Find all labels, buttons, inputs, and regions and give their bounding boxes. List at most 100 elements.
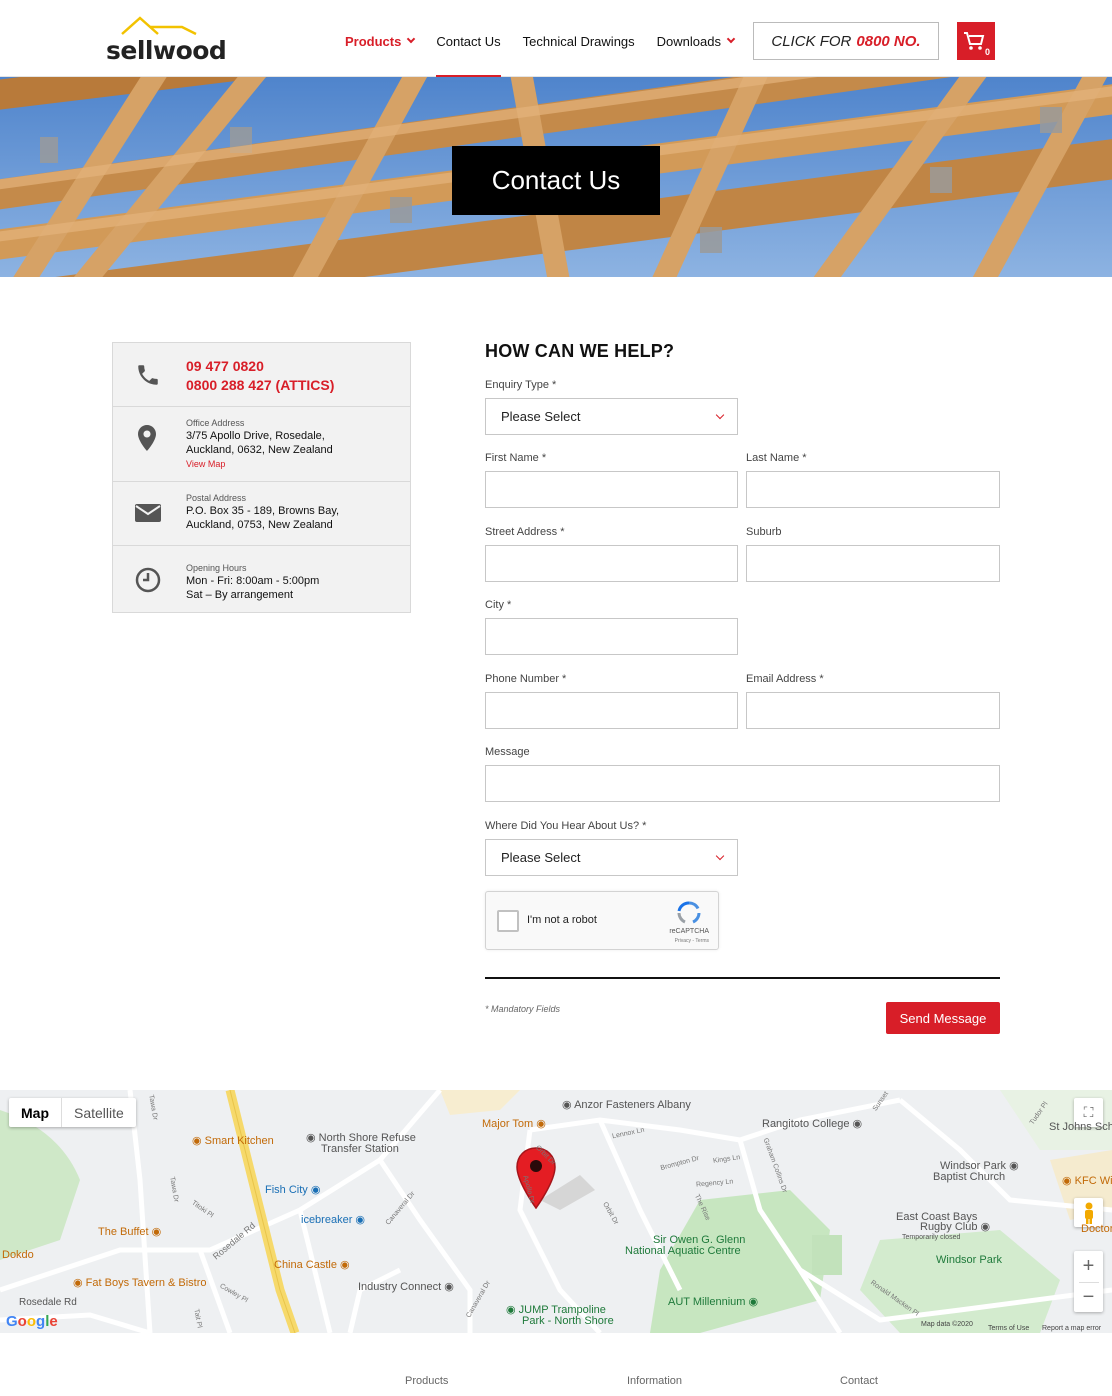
last-name-label: Last Name * bbox=[746, 452, 807, 464]
zoom-in-icon[interactable]: + bbox=[1083, 1252, 1095, 1282]
site-header: sellwood Products Contact Us Technical D… bbox=[0, 0, 1112, 77]
map-data-credit: Map data ©2020 bbox=[921, 1321, 973, 1328]
roof-logo-icon bbox=[121, 16, 197, 36]
sports-icon: ◉ bbox=[980, 1221, 991, 1233]
food-icon: ◉ bbox=[151, 1226, 162, 1238]
food-icon: ◉ bbox=[192, 1135, 202, 1147]
call-number-button[interactable]: CLICK FOR 0800 NO. bbox=[753, 22, 939, 60]
first-name-input[interactable] bbox=[485, 471, 738, 508]
map-tab-map[interactable]: Map bbox=[9, 1098, 62, 1127]
logo-text: sellwood bbox=[106, 36, 227, 65]
park-icon: ◉ bbox=[506, 1304, 516, 1316]
food-icon: ◉ bbox=[1062, 1175, 1072, 1187]
school-icon: ◉ bbox=[852, 1118, 863, 1130]
recaptcha-widget: I'm not a robot reCAPTCHA Privacy - Term… bbox=[485, 891, 719, 950]
contact-info-card: 09 477 0820 0800 288 427 (ATTICS) Office… bbox=[112, 342, 411, 613]
envelope-icon bbox=[135, 504, 161, 522]
nav-products[interactable]: Products bbox=[345, 34, 416, 76]
map-poi: St Johns Sch bbox=[1049, 1121, 1112, 1133]
map-poi: Fish City ◉ bbox=[265, 1184, 321, 1196]
map-poi: Doctor bbox=[1081, 1223, 1112, 1235]
map-poi: ◉ KFC Wi bbox=[1062, 1175, 1112, 1187]
cart-button[interactable]: 0 bbox=[957, 22, 995, 60]
phone-number-label: Phone Number * bbox=[485, 673, 567, 685]
message-input[interactable] bbox=[485, 765, 1000, 802]
nav-technical-drawings[interactable]: Technical Drawings bbox=[523, 34, 635, 76]
postal-address: Postal Address P.O. Box 35 - 189, Browns… bbox=[186, 492, 339, 532]
phone-number-2[interactable]: 0800 288 427 (ATTICS) bbox=[186, 376, 334, 395]
recaptcha-privacy-terms[interactable]: Privacy - Terms bbox=[675, 938, 709, 944]
map-tab-satellite[interactable]: Satellite bbox=[62, 1098, 136, 1127]
street-address-label: Street Address * bbox=[485, 526, 565, 538]
footer-contact-heading: Contact bbox=[840, 1375, 878, 1387]
opening-hours-saturday: Sat – By arrangement bbox=[186, 589, 294, 601]
map-poi: National Aquatic Centre bbox=[625, 1245, 741, 1257]
city-label: City * bbox=[485, 599, 512, 611]
hear-about-us-select[interactable]: Please Select bbox=[485, 839, 738, 876]
enquiry-type-select[interactable]: Please Select bbox=[485, 398, 738, 435]
map-pin-icon: ◉ bbox=[306, 1132, 316, 1144]
send-message-button[interactable]: Send Message bbox=[886, 1002, 1000, 1034]
postal-address-line-1: P.O. Box 35 - 189, Browns Bay, bbox=[186, 505, 340, 517]
map-poi: Industry Connect ◉ bbox=[358, 1281, 454, 1293]
map-type-control: Map Satellite bbox=[9, 1098, 136, 1127]
phone-number-input[interactable] bbox=[485, 692, 738, 729]
nav-contact-us[interactable]: Contact Us bbox=[436, 34, 501, 77]
opening-hours-weekday: Mon - Fri: 8:00am - 5:00pm bbox=[186, 575, 320, 587]
enquiry-type-label: Enquiry Type * bbox=[485, 379, 557, 391]
call-prefix: CLICK FOR bbox=[771, 32, 852, 50]
zoom-control: + − bbox=[1074, 1251, 1103, 1312]
page-title: Contact Us bbox=[452, 146, 660, 215]
google-map[interactable]: Map Satellite ⛶ + − ◉ Anzor Fasteners Al… bbox=[0, 1090, 1112, 1333]
email-address-input[interactable] bbox=[746, 692, 1000, 729]
call-number: 0800 NO. bbox=[856, 32, 921, 50]
last-name-input[interactable] bbox=[746, 471, 1000, 508]
map-poi: Baptist Church bbox=[933, 1171, 1006, 1183]
map-poi: Major Tom ◉ bbox=[482, 1118, 546, 1130]
zoom-out-icon[interactable]: − bbox=[1078, 1281, 1099, 1312]
footer-information-heading: Information bbox=[627, 1375, 683, 1387]
chevron-down-icon bbox=[407, 34, 416, 44]
phone-number-1[interactable]: 09 477 0820 bbox=[186, 357, 334, 376]
view-map-link[interactable]: View Map bbox=[186, 457, 333, 471]
message-label: Message bbox=[485, 746, 530, 758]
sellwood-logo[interactable]: sellwood bbox=[106, 14, 227, 66]
map-poi: Rosedale Rd bbox=[19, 1297, 77, 1308]
main-nav: Products Contact Us Technical Drawings D… bbox=[345, 34, 756, 77]
nav-technical-label: Technical Drawings bbox=[522, 34, 635, 49]
recaptcha-checkbox[interactable] bbox=[497, 910, 519, 932]
chevron-down-icon bbox=[715, 410, 725, 420]
map-poi: ◉ Anzor Fasteners Albany bbox=[562, 1099, 691, 1111]
nav-downloads-label: Downloads bbox=[656, 34, 721, 49]
office-address-line-2: Auckland, 0632, New Zealand bbox=[186, 444, 333, 456]
suburb-input[interactable] bbox=[746, 545, 1000, 582]
shopping-icon: ◉ bbox=[310, 1184, 321, 1196]
suburb-label: Suburb bbox=[746, 526, 782, 538]
map-poi: China Castle ◉ bbox=[274, 1259, 350, 1271]
map-poi: ◉ Smart Kitchen bbox=[192, 1135, 274, 1147]
food-icon: ◉ bbox=[340, 1259, 350, 1271]
postal-address-line-2: Auckland, 0753, New Zealand bbox=[186, 519, 333, 531]
enquiry-type-value: Please Select bbox=[501, 409, 581, 424]
nav-contact-label: Contact Us bbox=[436, 34, 501, 49]
map-poi: Rangitoto College ◉ bbox=[762, 1118, 863, 1130]
opening-hours-label: Opening Hours bbox=[186, 563, 247, 573]
city-input[interactable] bbox=[485, 618, 738, 655]
map-poi: AUT Millennium ◉ bbox=[668, 1296, 759, 1308]
street-address-input[interactable] bbox=[485, 545, 738, 582]
nav-downloads[interactable]: Downloads bbox=[656, 34, 736, 76]
clock-icon bbox=[135, 567, 161, 593]
office-address: Office Address 3/75 Apollo Drive, Roseda… bbox=[186, 417, 333, 471]
park-icon: ◉ bbox=[748, 1296, 759, 1308]
footer-products-heading: Products bbox=[405, 1375, 449, 1387]
map-poi: ◉ Fat Boys Tavern & Bistro bbox=[73, 1277, 207, 1289]
map-pin-icon: ◉ bbox=[444, 1281, 454, 1293]
postal-address-row: Postal Address P.O. Box 35 - 189, Browns… bbox=[113, 482, 410, 546]
opening-hours: Opening Hours Mon - Fri: 8:00am - 5:00pm… bbox=[186, 562, 319, 602]
opening-hours-row: Opening Hours Mon - Fri: 8:00am - 5:00pm… bbox=[113, 546, 410, 612]
map-poi: Transfer Station bbox=[321, 1143, 399, 1155]
food-icon: ◉ bbox=[73, 1277, 83, 1289]
church-icon: ◉ bbox=[1009, 1160, 1019, 1172]
report-map-error-link[interactable]: Report a map error bbox=[1042, 1325, 1101, 1332]
terms-of-use-link[interactable]: Terms of Use bbox=[988, 1325, 1029, 1332]
